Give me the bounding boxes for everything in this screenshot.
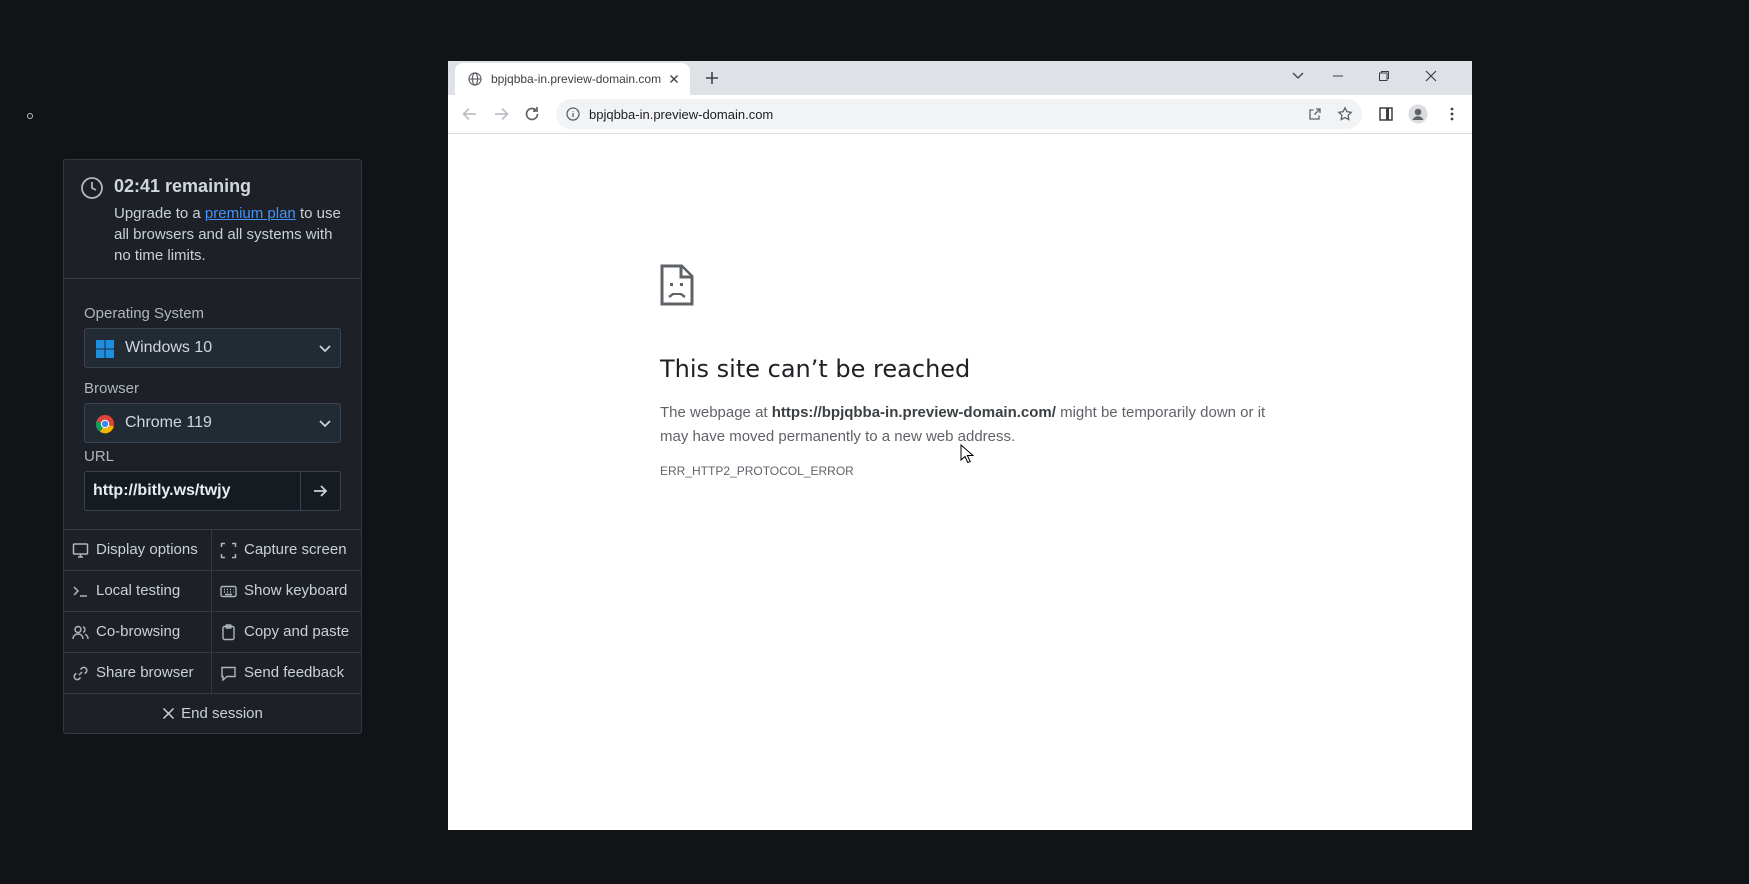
show-keyboard-label: Show keyboard	[244, 582, 348, 599]
minimize-icon	[1333, 75, 1343, 77]
monitor-icon	[72, 543, 89, 558]
local-testing-label: Local testing	[96, 582, 181, 599]
browser-select[interactable]: Chrome 119	[84, 403, 341, 443]
tab-strip: bpjqbba-in.preview-domain.com	[448, 61, 1472, 95]
forward-icon[interactable]	[491, 104, 511, 124]
close-icon	[163, 707, 175, 720]
page-content: This site can’t be reached The webpage a…	[448, 134, 1472, 830]
tab-title: bpjqbba-in.preview-domain.com	[491, 72, 661, 86]
premium-plan-link[interactable]: premium plan	[205, 205, 296, 222]
chrome-icon	[95, 415, 114, 434]
arrow-right-icon	[314, 485, 328, 497]
error-code: ERR_HTTP2_PROTOCOL_ERROR	[660, 464, 854, 478]
close-icon[interactable]	[667, 72, 681, 86]
share-icon[interactable]	[1307, 106, 1323, 122]
url-box	[84, 471, 341, 511]
side-panel-icon[interactable]	[1378, 106, 1394, 122]
browser-toolbar: bpjqbba-in.preview-domain.com	[448, 95, 1472, 134]
display-options-button[interactable]: Display options	[64, 530, 212, 570]
people-icon	[72, 625, 89, 640]
plus-icon[interactable]	[704, 70, 720, 86]
error-desc-before: The webpage at	[660, 404, 772, 421]
windows-icon	[96, 340, 114, 358]
clipboard-icon	[222, 624, 235, 641]
send-feedback-label: Send feedback	[244, 664, 345, 681]
browser-label: Browser	[84, 380, 140, 397]
end-session-button[interactable]: End session	[64, 694, 361, 734]
restore-icon	[1379, 71, 1389, 81]
keyboard-icon	[220, 585, 237, 598]
mouse-cursor-icon	[960, 444, 974, 464]
chevron-down-icon	[319, 420, 331, 428]
comment-icon	[221, 666, 236, 682]
local-testing-button[interactable]: Local testing	[64, 571, 212, 611]
reload-icon[interactable]	[522, 104, 542, 124]
sad-page-icon	[660, 264, 694, 306]
tab-search-button[interactable]	[1275, 61, 1321, 91]
address-text: bpjqbba-in.preview-domain.com	[589, 107, 774, 122]
display-options-label: Display options	[96, 541, 198, 558]
capture-icon	[220, 542, 237, 559]
decorative-dot	[27, 113, 33, 119]
address-bar[interactable]: bpjqbba-in.preview-domain.com	[556, 99, 1362, 129]
error-url: https://bpjqbba-in.preview-domain.com/	[771, 404, 1056, 421]
share-browser-label: Share browser	[96, 664, 194, 681]
os-label: Operating System	[84, 305, 205, 322]
chevron-down-icon	[1292, 72, 1304, 79]
info-icon[interactable]	[566, 107, 580, 121]
star-icon[interactable]	[1337, 106, 1353, 122]
restore-button[interactable]	[1362, 61, 1408, 91]
minimize-button[interactable]	[1316, 61, 1362, 91]
show-keyboard-button[interactable]: Show keyboard	[212, 571, 361, 611]
browser-value: Chrome 119	[125, 414, 212, 431]
session-panel: 02:41 remaining Upgrade to a premium pla…	[63, 159, 362, 734]
close-window-button[interactable]	[1409, 61, 1455, 91]
os-value: Windows 10	[125, 339, 213, 356]
action-grid: Display options Capture screen Local tes…	[64, 529, 361, 734]
profile-icon[interactable]	[1408, 104, 1428, 124]
chevron-down-icon	[319, 345, 331, 353]
co-browsing-label: Co-browsing	[96, 623, 181, 640]
active-tab[interactable]: bpjqbba-in.preview-domain.com	[455, 63, 690, 95]
menu-icon[interactable]	[1444, 106, 1460, 122]
timer-title: 02:41 remaining	[114, 176, 252, 196]
link-icon	[73, 666, 88, 681]
clock-icon	[81, 177, 103, 199]
capture-screen-label: Capture screen	[244, 541, 347, 558]
timer-section: 02:41 remaining Upgrade to a premium pla…	[64, 160, 361, 279]
copy-paste-label: Copy and paste	[244, 623, 350, 640]
terminal-icon	[73, 586, 87, 597]
upgrade-text-before: Upgrade to a	[114, 205, 205, 222]
close-icon	[1425, 70, 1437, 82]
back-icon[interactable]	[460, 104, 480, 124]
error-title: This site can’t be reached	[660, 355, 971, 383]
end-session-label: End session	[181, 705, 263, 722]
globe-icon	[468, 72, 482, 86]
url-go-button[interactable]	[301, 472, 340, 510]
error-description: The webpage at https://bpjqbba-in.previe…	[660, 401, 1270, 449]
os-select[interactable]: Windows 10	[84, 328, 341, 368]
capture-screen-button[interactable]: Capture screen	[212, 530, 361, 570]
url-input[interactable]	[85, 472, 301, 510]
share-browser-button[interactable]: Share browser	[64, 653, 212, 693]
send-feedback-button[interactable]: Send feedback	[212, 653, 361, 693]
co-browsing-button[interactable]: Co-browsing	[64, 612, 212, 652]
url-label: URL	[84, 448, 115, 465]
upgrade-text: Upgrade to a premium plan to use all bro…	[114, 203, 344, 266]
copy-paste-button[interactable]: Copy and paste	[212, 612, 361, 652]
